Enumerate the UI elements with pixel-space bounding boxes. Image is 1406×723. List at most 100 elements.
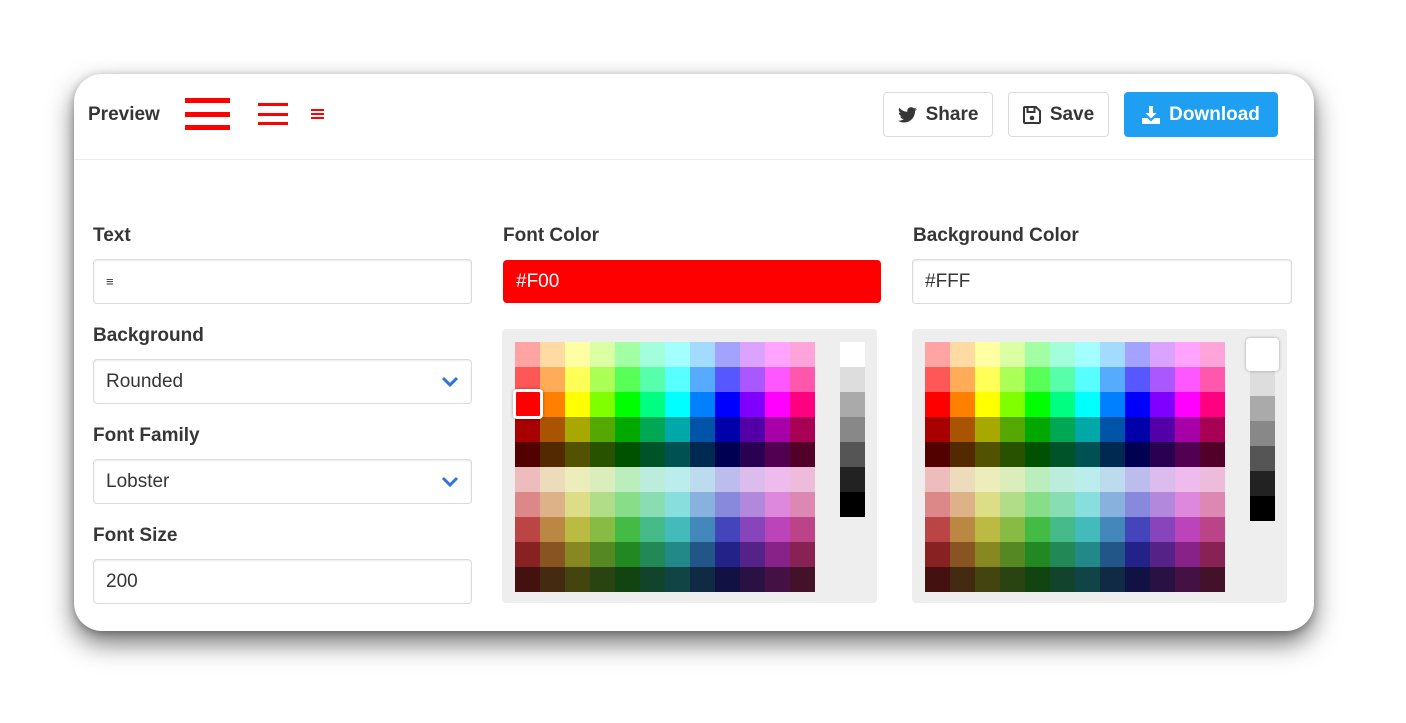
download-button[interactable]: Download — [1124, 92, 1278, 137]
color-swatch[interactable] — [1125, 542, 1150, 567]
color-swatch[interactable] — [1125, 517, 1150, 542]
color-swatch[interactable] — [515, 467, 540, 492]
color-swatch[interactable] — [590, 342, 615, 367]
color-swatch[interactable] — [565, 442, 590, 467]
color-swatch[interactable] — [1175, 517, 1200, 542]
color-swatch[interactable] — [715, 517, 740, 542]
gray-swatch[interactable] — [840, 367, 865, 392]
color-swatch[interactable] — [1000, 367, 1025, 392]
color-swatch[interactable] — [1050, 442, 1075, 467]
color-swatch[interactable] — [925, 467, 950, 492]
color-swatch[interactable] — [975, 542, 1000, 567]
color-swatch[interactable] — [640, 492, 665, 517]
color-swatch[interactable] — [640, 392, 665, 417]
color-swatch[interactable] — [515, 342, 540, 367]
color-swatch[interactable] — [1175, 367, 1200, 392]
background-color-selected-swatch[interactable] — [1246, 338, 1279, 371]
color-swatch[interactable] — [540, 342, 565, 367]
color-swatch[interactable] — [790, 442, 815, 467]
color-swatch[interactable] — [1050, 417, 1075, 442]
color-swatch[interactable] — [950, 442, 975, 467]
color-swatch[interactable] — [715, 367, 740, 392]
color-swatch[interactable] — [740, 542, 765, 567]
color-swatch[interactable] — [690, 517, 715, 542]
color-swatch[interactable] — [1075, 567, 1100, 592]
color-swatch[interactable] — [715, 542, 740, 567]
color-swatch[interactable] — [590, 392, 615, 417]
color-swatch[interactable] — [1075, 467, 1100, 492]
gray-swatch[interactable] — [840, 392, 865, 417]
color-swatch[interactable] — [540, 417, 565, 442]
color-swatch[interactable] — [1175, 392, 1200, 417]
color-swatch[interactable] — [765, 442, 790, 467]
color-swatch[interactable] — [1175, 417, 1200, 442]
color-swatch[interactable] — [1025, 367, 1050, 392]
color-swatch[interactable] — [590, 467, 615, 492]
color-swatch[interactable] — [615, 492, 640, 517]
color-swatch[interactable] — [1025, 492, 1050, 517]
gray-swatch[interactable] — [1250, 396, 1275, 421]
color-swatch[interactable] — [790, 342, 815, 367]
background-color-input[interactable]: #FFF — [912, 259, 1292, 304]
color-swatch[interactable] — [740, 442, 765, 467]
color-swatch[interactable] — [515, 567, 540, 592]
color-swatch[interactable] — [1125, 467, 1150, 492]
share-button[interactable]: Share — [883, 92, 993, 137]
color-swatch[interactable] — [665, 392, 690, 417]
color-swatch[interactable] — [540, 392, 565, 417]
font-color-input[interactable]: #F00 — [503, 260, 881, 303]
color-swatch[interactable] — [1200, 417, 1225, 442]
color-swatch[interactable] — [925, 392, 950, 417]
color-swatch[interactable] — [1150, 442, 1175, 467]
color-swatch[interactable] — [1000, 542, 1025, 567]
color-swatch[interactable] — [690, 467, 715, 492]
color-swatch[interactable] — [1175, 492, 1200, 517]
color-swatch[interactable] — [975, 342, 1000, 367]
color-swatch[interactable] — [975, 567, 1000, 592]
color-swatch[interactable] — [1125, 417, 1150, 442]
color-swatch[interactable] — [740, 342, 765, 367]
color-swatch[interactable] — [925, 342, 950, 367]
color-swatch[interactable] — [950, 392, 975, 417]
color-swatch[interactable] — [1100, 392, 1125, 417]
color-swatch[interactable] — [1050, 467, 1075, 492]
color-swatch[interactable] — [540, 442, 565, 467]
color-swatch[interactable] — [690, 417, 715, 442]
color-swatch[interactable] — [565, 542, 590, 567]
color-swatch[interactable] — [615, 442, 640, 467]
color-swatch[interactable] — [540, 367, 565, 392]
color-swatch[interactable] — [765, 392, 790, 417]
color-swatch[interactable] — [590, 542, 615, 567]
color-swatch[interactable] — [1050, 567, 1075, 592]
color-swatch[interactable] — [1050, 392, 1075, 417]
color-swatch[interactable] — [1150, 417, 1175, 442]
gray-swatch[interactable] — [840, 342, 865, 367]
gray-swatch[interactable] — [840, 442, 865, 467]
color-swatch[interactable] — [590, 492, 615, 517]
color-swatch[interactable] — [925, 367, 950, 392]
color-swatch[interactable] — [975, 417, 1000, 442]
color-swatch[interactable] — [1150, 517, 1175, 542]
color-swatch[interactable] — [1075, 417, 1100, 442]
color-swatch[interactable] — [715, 492, 740, 517]
color-swatch[interactable] — [615, 542, 640, 567]
color-swatch[interactable] — [615, 342, 640, 367]
color-swatch[interactable] — [540, 542, 565, 567]
color-swatch[interactable] — [925, 567, 950, 592]
color-swatch[interactable] — [975, 367, 1000, 392]
gray-swatch[interactable] — [1250, 446, 1275, 471]
color-swatch[interactable] — [765, 342, 790, 367]
color-swatch[interactable] — [950, 367, 975, 392]
color-swatch[interactable] — [1200, 517, 1225, 542]
color-swatch[interactable] — [640, 567, 665, 592]
color-swatch[interactable] — [690, 567, 715, 592]
color-swatch[interactable] — [640, 517, 665, 542]
color-swatch[interactable] — [1100, 492, 1125, 517]
color-swatch[interactable] — [690, 392, 715, 417]
color-swatch[interactable] — [690, 542, 715, 567]
color-swatch[interactable] — [950, 467, 975, 492]
color-swatch[interactable] — [540, 567, 565, 592]
color-swatch[interactable] — [715, 442, 740, 467]
color-swatch[interactable] — [640, 442, 665, 467]
color-swatch[interactable] — [765, 467, 790, 492]
